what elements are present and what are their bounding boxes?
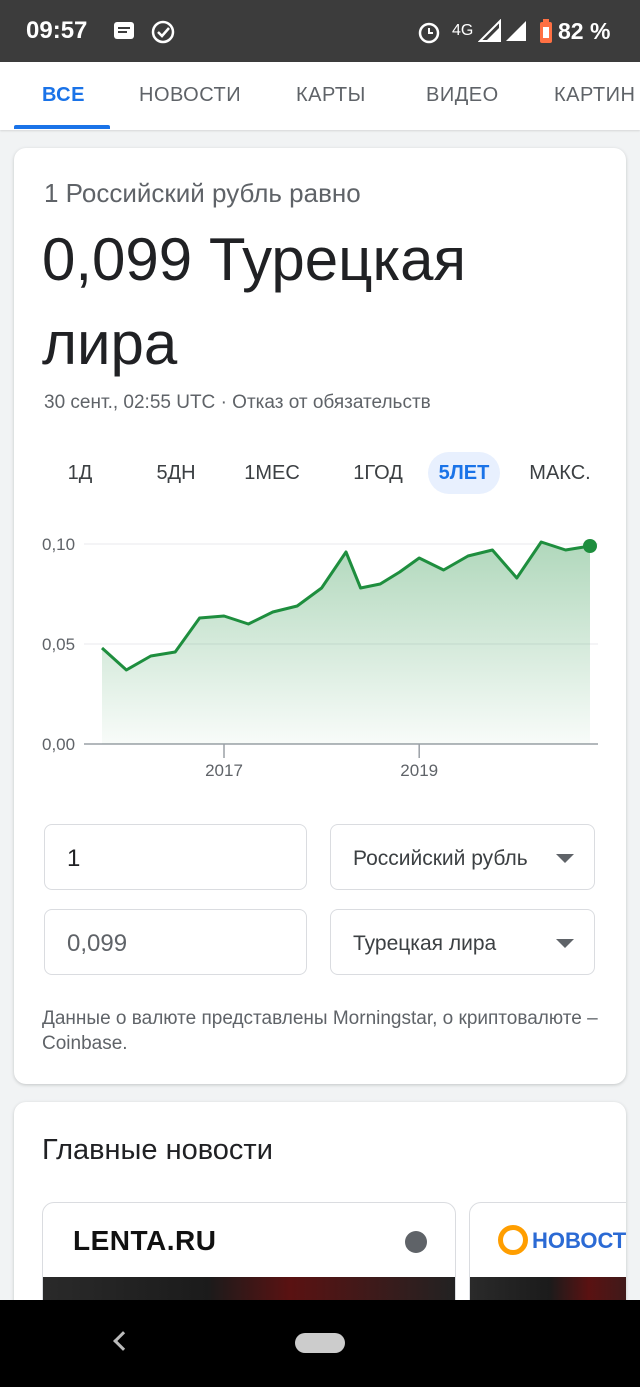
dropdown-arrow-icon — [556, 939, 574, 948]
separator: · — [220, 392, 227, 413]
message-icon — [114, 22, 134, 39]
currency-converter-card: 1 Российский рубль равно 0,099 Турецкая … — [14, 148, 626, 1084]
x-tick-label: 2019 — [400, 761, 438, 780]
alarm-icon — [418, 22, 440, 44]
amount-to-value: 0,099 — [67, 930, 128, 957]
currency-to-select[interactable]: Турецкая лира — [330, 909, 595, 975]
tab-images[interactable]: КАРТИН — [554, 84, 635, 107]
signal-icon-2 — [506, 21, 526, 41]
chart-area — [102, 542, 590, 744]
active-tab-indicator — [14, 125, 110, 129]
currency-from-select[interactable]: Российский рубль — [330, 824, 595, 890]
equals-label: 1 Российский рубль равно — [44, 178, 361, 208]
back-icon[interactable] — [113, 1331, 133, 1351]
news-source-logo: НОВОСТИ — [532, 1228, 626, 1253]
search-tabs: ВСЕ НОВОСТИ КАРТЫ ВИДЕО КАРТИН — [0, 62, 640, 130]
x-tick-label: 2017 — [205, 761, 243, 780]
news-source-logo: LENTA.RU — [73, 1225, 217, 1256]
range-5y[interactable]: 5ЛЕТ — [428, 452, 500, 494]
tab-all[interactable]: ВСЕ — [42, 84, 85, 107]
amount-from-value: 1 — [67, 845, 81, 872]
navigation-bar — [0, 1300, 640, 1387]
tab-news[interactable]: НОВОСТИ — [139, 84, 241, 107]
range-1d[interactable]: 1Д — [50, 452, 110, 494]
network-type: 4G — [452, 22, 474, 39]
tab-maps[interactable]: КАРТЫ — [296, 84, 366, 107]
battery-icon — [540, 19, 552, 43]
timestamp: 30 сент., 02:55 UTC — [44, 392, 216, 413]
home-button[interactable] — [295, 1333, 345, 1353]
range-1m[interactable]: 1МЕС — [232, 452, 312, 494]
exchange-rate-chart[interactable]: 0,00 0,05 0,10 2017 2019 — [14, 508, 626, 808]
y-tick-label: 0,05 — [42, 635, 75, 654]
y-tick-label: 0,10 — [42, 535, 75, 554]
amount-to-input[interactable]: 0,099 — [44, 909, 307, 975]
currency-from-value: Российский рубль — [353, 847, 528, 870]
status-bar: 09:57 4G 82 % — [0, 0, 640, 62]
range-max[interactable]: МАКС. — [520, 452, 600, 494]
disclaimer-link[interactable]: Отказ от обязательств — [232, 392, 431, 413]
timestamp-line: 30 сент., 02:55 UTC · Отказ от обязатель… — [44, 392, 431, 414]
range-1y[interactable]: 1ГОД — [332, 452, 424, 494]
range-5d[interactable]: 5ДН — [142, 452, 210, 494]
amp-lightning-icon — [405, 1231, 427, 1253]
data-source-note: Данные о валюте представлены Morningstar… — [42, 1008, 598, 1054]
mail-at-icon — [498, 1225, 528, 1255]
dropdown-arrow-icon — [556, 854, 574, 863]
check-circle-icon — [151, 20, 175, 44]
y-tick-label: 0,00 — [42, 735, 75, 754]
amount-from-input[interactable]: 1 — [44, 824, 307, 890]
currency-to-value: Турецкая лира — [353, 932, 497, 955]
news-section-title: Главные новости — [42, 1134, 273, 1166]
top-news-card: Главные новости LENTA.RU НОВОСТИ — [14, 1102, 626, 1322]
tab-video[interactable]: ВИДЕО — [426, 84, 499, 107]
chart-current-point — [583, 539, 597, 553]
battery-level: 82 % — [558, 18, 611, 44]
status-time: 09:57 — [26, 17, 88, 44]
signal-icon — [478, 19, 501, 42]
conversion-result: 0,099 Турецкая лира — [42, 226, 466, 377]
